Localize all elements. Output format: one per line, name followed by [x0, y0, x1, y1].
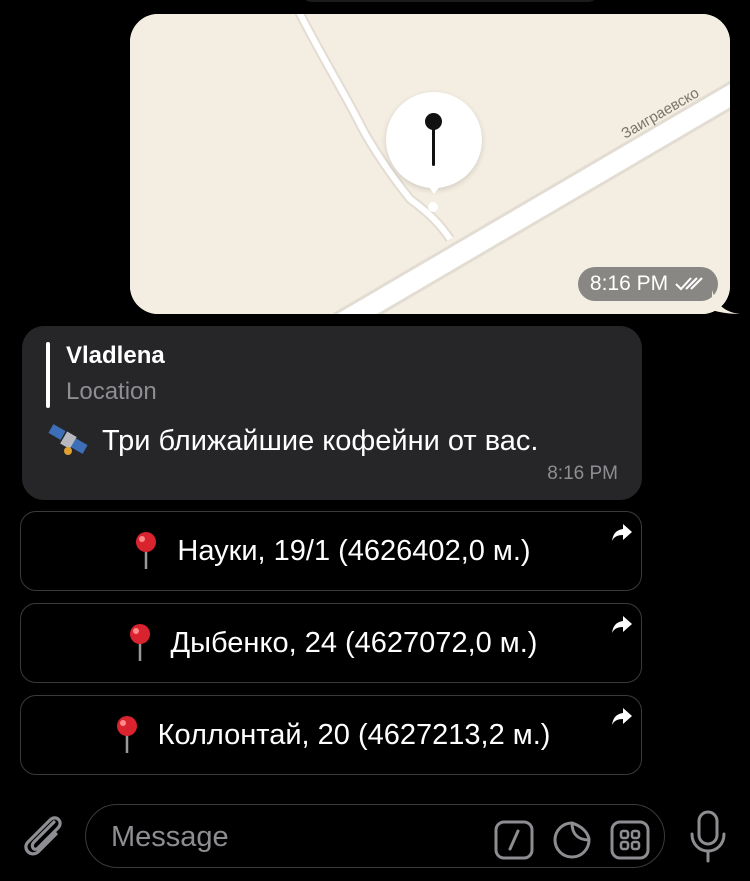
microphone-icon[interactable] — [688, 810, 728, 864]
button-label: Дыбенко, 24 (4627072,0 м.) — [170, 626, 538, 659]
previous-message-edge — [300, 0, 600, 2]
message-text: Три ближайшие кофейни от вас. — [102, 424, 539, 457]
inline-button-dybenko[interactable]: Дыбенко, 24 (4627072,0 м.) — [20, 603, 642, 683]
sticker-icon[interactable] — [552, 820, 592, 860]
reply-author[interactable]: Vladlena — [66, 342, 165, 370]
inline-button-kollontai[interactable]: Коллонтай, 20 (4627213,2 м.) — [20, 695, 642, 775]
pushpin-icon — [129, 624, 150, 661]
keyboard-grid-icon[interactable] — [610, 820, 650, 860]
message-input[interactable]: Message — [85, 804, 665, 868]
reply-bar — [46, 342, 50, 408]
location-time: 8:16 PM — [589, 272, 669, 295]
forward-arrow-icon — [612, 616, 632, 633]
message-text-row: Три ближайшие кофейни от вас. — [48, 423, 538, 459]
button-label: Коллонтай, 20 (4627213,2 м.) — [157, 718, 551, 751]
incoming-message[interactable]: Vladlena Location Три ближайшие кофейни … — [22, 326, 642, 500]
pushpin-icon — [136, 532, 157, 569]
double-check-icon — [675, 277, 703, 291]
location-map[interactable]: Заиграевско 8:16 PM — [130, 14, 730, 314]
forward-arrow-icon — [612, 524, 632, 541]
location-time-pill: 8:16 PM — [578, 267, 718, 301]
button-label: Науки, 19/1 (4626402,0 м.) — [177, 534, 531, 567]
reply-type: Location — [66, 378, 157, 405]
paperclip-icon[interactable] — [20, 812, 66, 860]
command-icon[interactable] — [494, 820, 534, 860]
inline-button-nauki[interactable]: Науки, 19/1 (4626402,0 м.) — [20, 511, 642, 591]
bubble-tail — [712, 290, 740, 314]
message-placeholder: Message — [111, 821, 229, 853]
pushpin-icon — [116, 716, 137, 753]
satellite-icon — [48, 424, 88, 455]
message-time: 8:16 PM — [547, 463, 618, 484]
forward-arrow-icon — [612, 708, 632, 725]
